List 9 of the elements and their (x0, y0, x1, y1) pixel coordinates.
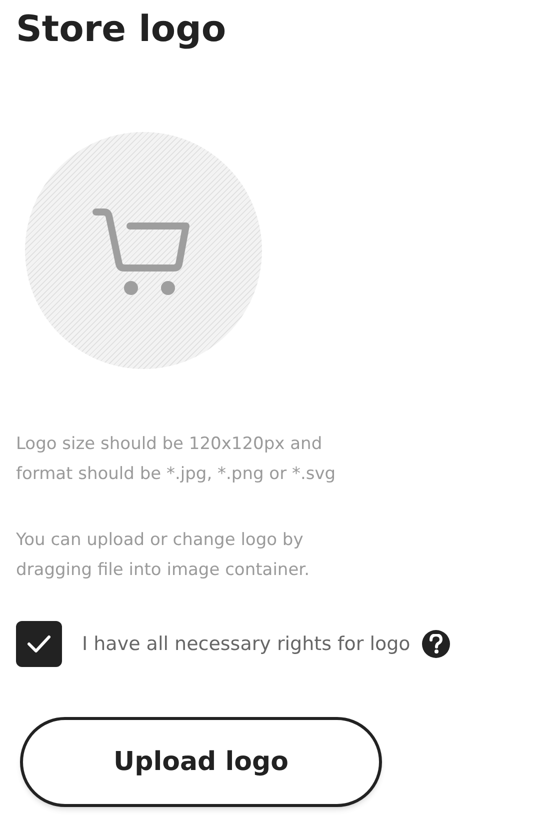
checkbox-label: I have all necessary rights for logo (82, 632, 410, 657)
checkmark-icon (26, 634, 52, 654)
help-icon[interactable] (422, 630, 450, 658)
checkbox[interactable] (16, 621, 62, 667)
upload-logo-button[interactable]: Upload logo (20, 717, 382, 807)
section-title: Store logo (16, 8, 228, 52)
hint-text: You can upload or change logo by dragging file into image container. (16, 529, 310, 582)
cart-icon (92, 206, 192, 296)
hint-text: Logo size should be 120x120px and format should be *.jpg, *.png or *.svg (16, 433, 337, 486)
